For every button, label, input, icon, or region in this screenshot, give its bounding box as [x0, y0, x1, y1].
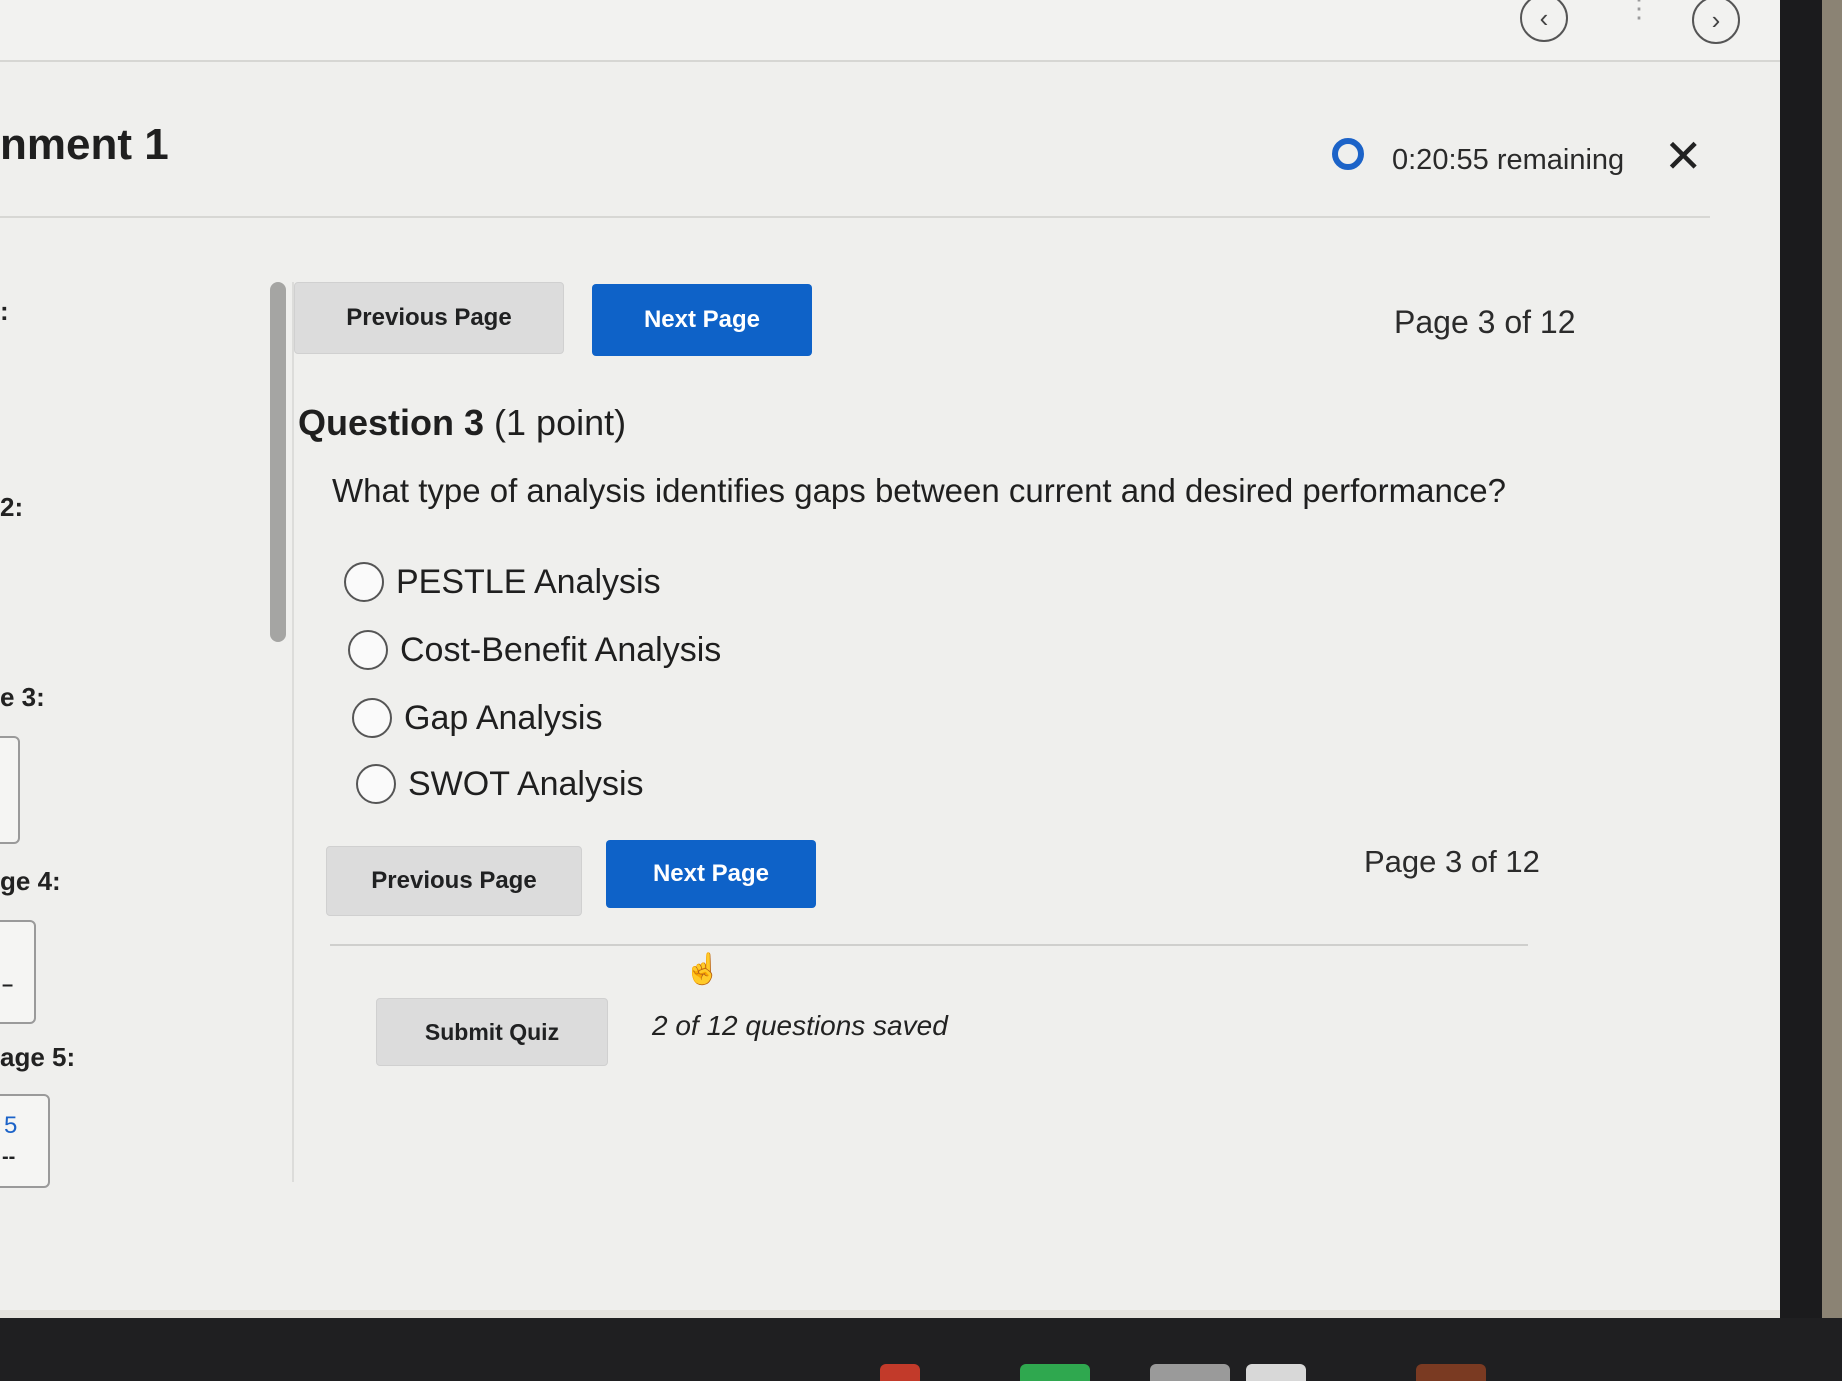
next-page-button-bottom[interactable]: Next Page	[606, 840, 816, 908]
dock-app-icon[interactable]	[1246, 1364, 1306, 1381]
option-label[interactable]: Cost-Benefit Analysis	[400, 631, 721, 670]
question-title: Question 3 (1 point)	[298, 402, 626, 444]
previous-page-button-bottom[interactable]: Previous Page	[326, 846, 582, 916]
saved-status: 2 of 12 questions saved	[652, 1010, 948, 1041]
answer-option[interactable]: PESTLE Analysis	[344, 562, 661, 602]
sidebar-item-label[interactable]: e 3:	[0, 682, 45, 713]
question-points: (1 point)	[494, 402, 627, 443]
radio-button[interactable]	[344, 562, 384, 602]
question-number: Question 3	[298, 402, 485, 443]
next-page-button[interactable]: Next Page	[592, 284, 812, 356]
previous-page-button[interactable]: Previous Page	[294, 282, 564, 354]
sidebar-divider	[292, 282, 294, 1182]
dock-app-icon[interactable]	[1416, 1364, 1486, 1381]
radio-button[interactable]	[356, 764, 396, 804]
timer-icon	[1332, 138, 1364, 170]
sidebar-answer-box[interactable]	[0, 736, 20, 844]
close-icon[interactable]: ✕	[1664, 133, 1703, 179]
chevron-left-icon[interactable]: ‹	[1520, 0, 1568, 42]
submit-quiz-button[interactable]: Submit Quiz	[376, 998, 608, 1066]
radio-button[interactable]	[348, 630, 388, 670]
radio-button[interactable]	[352, 698, 392, 738]
answer-option[interactable]: Gap Analysis	[352, 698, 602, 738]
question-text: What type of analysis identifies gaps be…	[332, 472, 1506, 509]
more-vertical-icon[interactable]: ⋮	[1626, 0, 1652, 21]
sidebar-item-label[interactable]: :	[0, 296, 9, 327]
top-bar: ‹ ⋮ ›	[0, 0, 1780, 62]
sidebar-item-label[interactable]: 2:	[0, 492, 23, 523]
sidebar-box-value: --	[2, 1146, 16, 1168]
dock-app-icon[interactable]	[1020, 1364, 1090, 1381]
dock-app-icon[interactable]	[880, 1364, 920, 1381]
section-divider	[330, 944, 1528, 946]
sidebar-answer-box[interactable]: –	[0, 920, 36, 1024]
timer-remaining: 0:20:55 remaining	[1392, 144, 1625, 176]
answer-option[interactable]: SWOT Analysis	[356, 764, 644, 804]
sidebar-box-value: –	[2, 974, 14, 996]
sidebar-box-value: 5	[4, 1112, 18, 1139]
page-indicator-bottom: Page 3 of 12	[1364, 844, 1540, 879]
page-indicator: Page 3 of 12	[1394, 304, 1576, 340]
sidebar-item-label[interactable]: age 5:	[0, 1042, 75, 1073]
chevron-right-icon[interactable]: ›	[1692, 0, 1740, 44]
hand-cursor-icon: ☝	[684, 953, 722, 986]
page-title: nment 1	[0, 120, 169, 169]
monitor-bezel-bottom	[0, 1318, 1842, 1381]
background-fabric	[1822, 0, 1842, 1381]
dock-app-icon[interactable]	[1150, 1364, 1230, 1381]
option-label[interactable]: Gap Analysis	[404, 699, 602, 738]
option-label[interactable]: PESTLE Analysis	[396, 563, 661, 602]
quiz-header	[0, 60, 1710, 218]
sidebar-scrollbar[interactable]	[270, 282, 286, 642]
screen: ‹ ⋮ › nment 1 0:20:55 remaining ✕ : 2: e…	[0, 0, 1800, 1310]
sidebar-item-label[interactable]: ge 4:	[0, 866, 61, 897]
sidebar-answer-box[interactable]: 5 --	[0, 1094, 50, 1188]
option-label[interactable]: SWOT Analysis	[408, 765, 644, 804]
answer-option[interactable]: Cost-Benefit Analysis	[348, 630, 721, 670]
